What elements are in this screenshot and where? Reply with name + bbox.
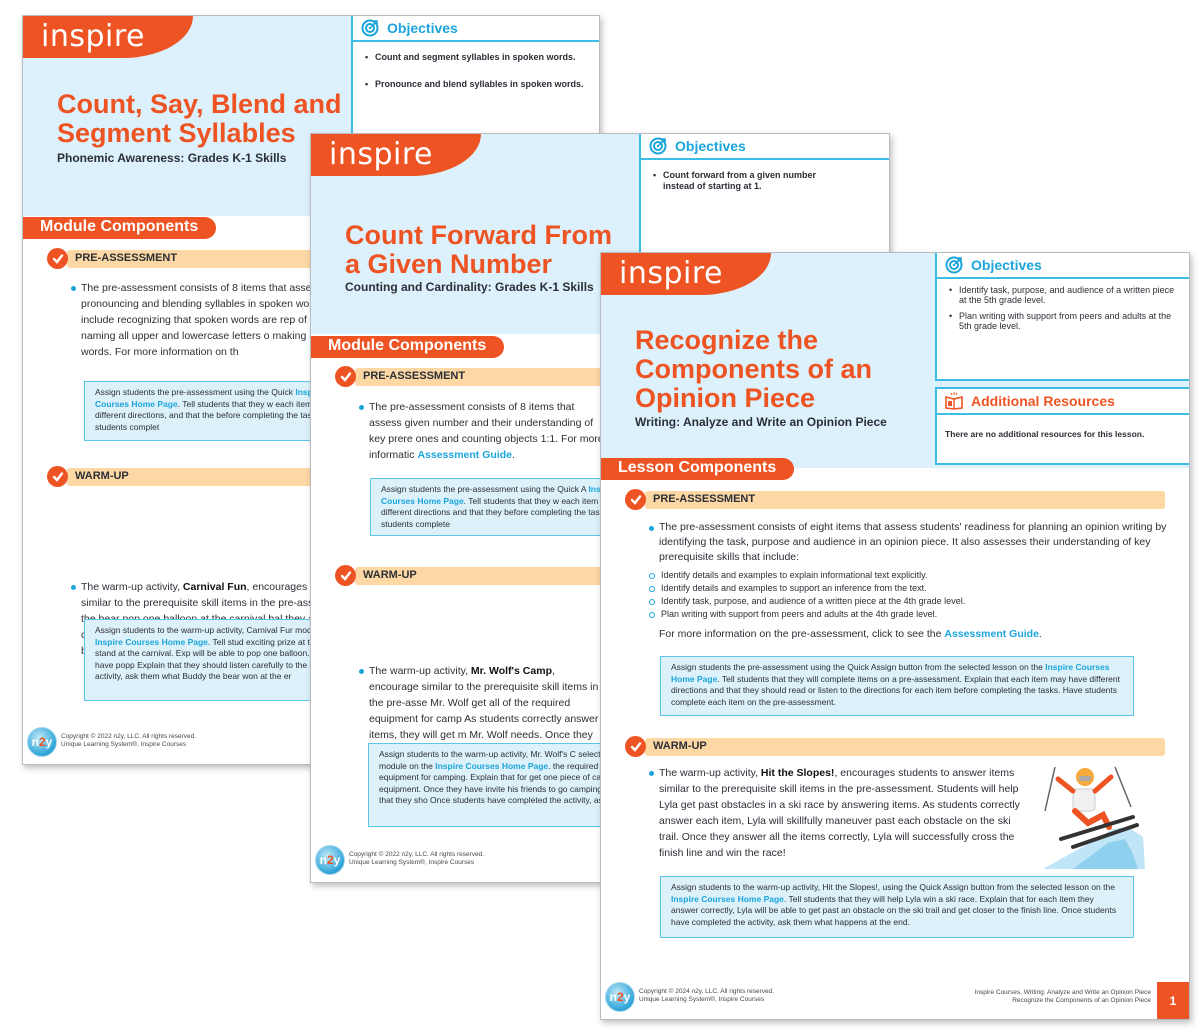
checkmark-icon (625, 736, 646, 757)
warm-up-heading: WARM-UP (625, 736, 1165, 757)
page-subtitle: Phonemic Awareness: Grades K-1 Skills (57, 151, 287, 165)
n2y-logo: n2y (605, 982, 635, 1012)
objectives-box: Objectives Identify task, purpose, and a… (935, 253, 1189, 381)
n2y-logo: n2y (315, 845, 345, 875)
assign-note: Assign students the pre-assessment using… (660, 656, 1134, 716)
objectives-list: Count forward from a given number instea… (641, 160, 841, 192)
objective-item: Count and segment syllables in spoken wo… (365, 52, 591, 63)
page-title: Count Forward From a Given Number (345, 220, 612, 279)
lesson-page-opinion-piece: inspire Recognize the Components of an O… (600, 252, 1190, 1020)
checkmark-icon (335, 565, 356, 586)
checkmark-icon (47, 248, 68, 269)
skill-item: Identify details and examples to explain… (649, 569, 1169, 582)
components-tab: Module Components (23, 217, 217, 239)
page-subtitle: Writing: Analyze and Write an Opinion Pi… (635, 415, 887, 429)
checkmark-icon (335, 366, 356, 387)
book-icon (945, 392, 963, 410)
page-footer: n2y Copyright © 2024 n2y, LLC. All right… (601, 979, 1189, 1019)
page-title: Count, Say, Blend and Segment Syllables (57, 89, 342, 148)
copyright: Copyright © 2022 n2y, LLC. All rights re… (349, 851, 485, 866)
home-page-link[interactable]: Inspire Courses Home Page (671, 894, 784, 904)
objective-item: Identify task, purpose, and audience of … (949, 285, 1181, 305)
copyright: Copyright © 2024 n2y, LLC. All rights re… (639, 988, 775, 1003)
assessment-guide-link[interactable]: Assessment Guide (417, 449, 512, 461)
pre-assessment-heading: PRE-ASSESSMENT (625, 489, 1165, 510)
home-page-link[interactable]: Inspire Courses Home Page (95, 637, 208, 647)
target-icon (361, 19, 379, 37)
course-info: Inspire Courses, Writing: Analyze and Wr… (974, 989, 1151, 1004)
checkmark-icon (625, 489, 646, 510)
checkmark-icon (47, 466, 68, 487)
warm-up-text: The warm-up activity, Hit the Slopes!, e… (649, 765, 1024, 861)
copyright: Copyright © 2022 n2y, LLC. All rights re… (61, 733, 197, 748)
objective-item: Plan writing with support from peers and… (949, 311, 1181, 331)
target-icon (649, 137, 667, 155)
activity-name: Mr. Wolf's Camp (470, 665, 552, 677)
objectives-list: Identify task, purpose, and audience of … (937, 279, 1189, 331)
resources-text: There are no additional resources for th… (945, 429, 1145, 439)
pre-assessment-text: The pre-assessment consists of eight ite… (649, 520, 1169, 642)
additional-resources-box: Additional Resources There are no additi… (935, 387, 1189, 465)
objectives-box: Objectives Count forward from a given nu… (639, 134, 889, 254)
skill-item: Plan writing with support from peers and… (649, 608, 1169, 621)
page-subtitle: Counting and Cardinality: Grades K-1 Ski… (345, 280, 594, 294)
components-tab: Module Components (311, 336, 505, 358)
objective-item: Count forward from a given number instea… (653, 170, 831, 192)
objective-item: Pronounce and blend syllables in spoken … (365, 79, 591, 90)
skill-item: Identify details and examples to support… (649, 582, 1169, 595)
pre-assessment-text: The pre-assessment consists of 8 items t… (71, 280, 351, 360)
page-title: Recognize the Components of an Opinion P… (635, 325, 872, 413)
skier-illustration (1033, 759, 1168, 871)
objectives-list: Count and segment syllables in spoken wo… (353, 42, 599, 90)
n2y-logo: n2y (27, 727, 57, 757)
prerequisite-skills-list: Identify details and examples to explain… (649, 569, 1169, 621)
assign-note: Assign students to the warm-up activity,… (660, 876, 1134, 938)
page-number: 1 (1157, 982, 1189, 1019)
assessment-guide-link[interactable]: Assessment Guide (944, 628, 1039, 640)
activity-name: Hit the Slopes! (760, 767, 835, 779)
activity-name: Carnival Fun (182, 581, 247, 593)
skill-item: Identify task, purpose, and audience of … (649, 595, 1169, 608)
home-page-link[interactable]: Inspire Courses Home Page (435, 761, 548, 771)
pre-assessment-text: The pre-assessment consists of 8 items t… (359, 399, 607, 463)
components-tab: Lesson Components (601, 458, 795, 480)
target-icon (945, 256, 963, 274)
